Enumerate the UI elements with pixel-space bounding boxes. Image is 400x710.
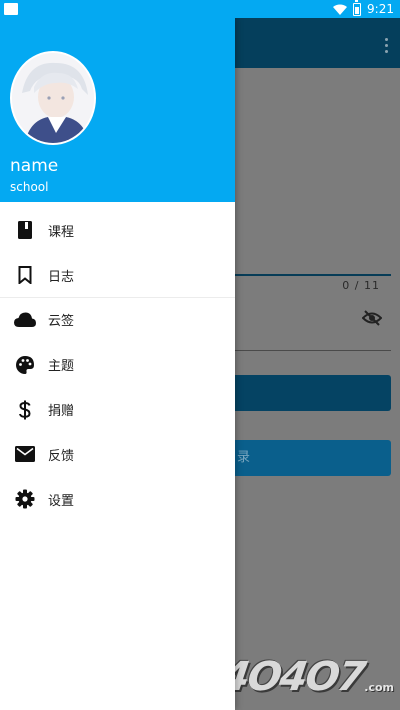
mail-icon xyxy=(1,446,49,463)
eye-off-icon xyxy=(361,310,383,330)
gear-icon xyxy=(1,489,49,509)
cloud-icon xyxy=(1,312,49,328)
primary-button xyxy=(220,375,391,411)
profile-school: school xyxy=(10,180,49,194)
wifi-icon xyxy=(333,3,348,15)
menu-item-label: 云签 xyxy=(48,314,75,330)
menu-item-theme[interactable]: 主题 xyxy=(0,342,235,387)
notification-icon xyxy=(4,3,18,15)
watermark-tld: .com xyxy=(364,681,394,694)
menu-item-label: 设置 xyxy=(48,493,75,509)
password-counter: 0 / 11 xyxy=(342,279,380,292)
menu-item-settings[interactable]: 设置 xyxy=(0,477,235,522)
avatar[interactable] xyxy=(10,51,96,145)
watermark-text: 4O4O7 xyxy=(218,654,367,700)
menu-item-label: 主题 xyxy=(48,359,75,375)
navigation-drawer: name school 课程 日志 云签 主题 捐赠 反馈 设置 xyxy=(0,18,235,710)
username-underline xyxy=(235,274,391,276)
menu-item-donate[interactable]: 捐赠 xyxy=(0,387,235,432)
palette-icon xyxy=(1,355,49,375)
menu-item-label: 反馈 xyxy=(48,448,75,464)
menu-item-courses[interactable]: 课程 xyxy=(0,208,235,253)
password-underline xyxy=(235,350,391,351)
secondary-button: 录 xyxy=(220,440,391,476)
bookmark-icon xyxy=(1,266,49,285)
status-time: 9:21 xyxy=(367,2,394,16)
profile-name: name xyxy=(10,156,59,176)
drawer-header: name school xyxy=(0,18,235,202)
menu-item-label: 课程 xyxy=(48,224,75,240)
battery-icon xyxy=(353,0,362,16)
dollar-icon xyxy=(1,400,49,420)
menu-item-cloud-sign[interactable]: 云签 xyxy=(0,298,235,343)
site-watermark: 4O4O7 .com xyxy=(218,654,394,700)
menu-item-label: 日志 xyxy=(48,269,75,285)
overflow-menu-icon xyxy=(385,38,389,53)
menu-item-journal[interactable]: 日志 xyxy=(0,253,235,298)
book-icon xyxy=(1,220,49,240)
menu-item-feedback[interactable]: 反馈 xyxy=(0,432,235,477)
menu-item-label: 捐赠 xyxy=(48,404,75,420)
drawer-menu: 课程 日志 云签 主题 捐赠 反馈 设置 xyxy=(0,202,235,522)
status-bar: 9:21 xyxy=(0,0,400,18)
